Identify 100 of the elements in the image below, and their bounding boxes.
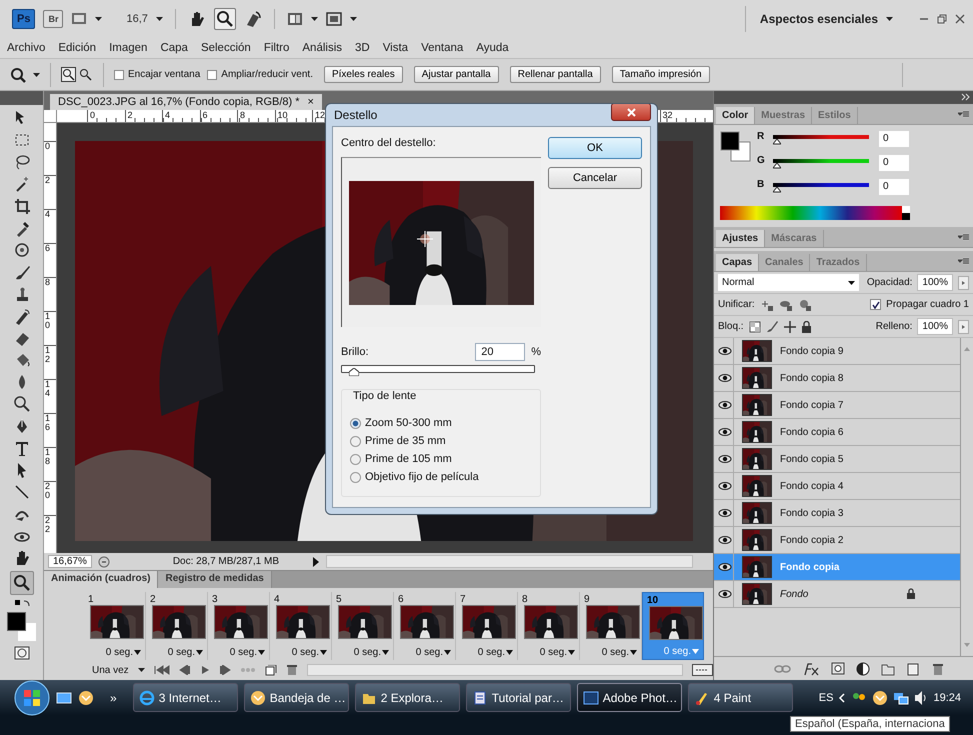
- menu-item[interactable]: Edición: [58, 42, 96, 54]
- play-arrow-icon[interactable]: [312, 556, 320, 568]
- animation-frame[interactable]: 5 0 seg.: [332, 592, 394, 660]
- blend-mode-dropdown[interactable]: Normal: [718, 274, 859, 291]
- arrange-icon[interactable]: [286, 10, 303, 26]
- more-button[interactable]: »: [110, 690, 117, 704]
- layer-row[interactable]: Fondo copia 4: [714, 473, 960, 500]
- zoom-in-icon[interactable]: [61, 67, 76, 82]
- dodge-icon[interactable]: [12, 395, 30, 413]
- document-tab[interactable]: DSC_0023.JPG al 16,7% (Fondo copia, RGB/8) * ×: [50, 94, 322, 110]
- frame-delay[interactable]: 0 seg.: [602, 647, 629, 658]
- checkbox[interactable]: [114, 70, 124, 80]
- arrow-button-icon[interactable]: [958, 320, 969, 334]
- trash-icon[interactable]: [286, 664, 298, 676]
- layer-row[interactable]: Fondo copia 7: [714, 392, 960, 419]
- caret-icon[interactable]: [196, 650, 203, 655]
- lock-brush-icon[interactable]: [766, 320, 779, 333]
- panel-options-icon[interactable]: [692, 664, 713, 676]
- panel-tab[interactable]: Animación (cuadros): [44, 571, 158, 588]
- play-icon[interactable]: [200, 665, 210, 675]
- animation-frame[interactable]: 2 0 seg.: [146, 592, 208, 660]
- eye-icon[interactable]: [718, 562, 732, 572]
- menu-item[interactable]: Capa: [160, 42, 188, 54]
- status-menu-icon[interactable]: [98, 556, 110, 568]
- eye-icon[interactable]: [718, 373, 732, 383]
- caret-icon[interactable]: [886, 16, 893, 20]
- previous-frame-icon[interactable]: [178, 665, 191, 675]
- app-logo[interactable]: Br: [43, 10, 64, 28]
- eye-icon[interactable]: [718, 400, 732, 410]
- volume-icon[interactable]: [914, 690, 928, 706]
- quick-mask-icon[interactable]: [14, 646, 30, 660]
- panel-menu-icon[interactable]: [958, 111, 969, 117]
- frame-delay[interactable]: 0 seg.: [354, 647, 381, 658]
- fill-field[interactable]: 100%: [917, 318, 953, 335]
- menu-item[interactable]: Análisis: [302, 42, 342, 54]
- swap-colors-icon[interactable]: [14, 599, 30, 608]
- loop-dropdown[interactable]: Una vez: [92, 664, 129, 676]
- first-frame-icon[interactable]: [154, 665, 170, 675]
- taskbar-button[interactable]: 4 Paint: [688, 683, 793, 712]
- channel-value-field[interactable]: 0: [879, 131, 909, 147]
- caret-icon[interactable]: [506, 650, 513, 655]
- opacity-field[interactable]: 100%: [917, 274, 953, 291]
- layer-row[interactable]: Fondo copia 3: [714, 500, 960, 527]
- layer-mask-icon[interactable]: [831, 662, 845, 675]
- panel-menu-icon[interactable]: [958, 234, 969, 240]
- frame-delay[interactable]: 0 seg.: [106, 647, 133, 658]
- adjustment-layer-icon[interactable]: [856, 662, 870, 676]
- menu-item[interactable]: Ayuda: [476, 42, 509, 54]
- eye-icon[interactable]: [718, 346, 732, 356]
- eye-icon[interactable]: [718, 427, 732, 437]
- layer-row[interactable]: Fondo copia 8: [714, 365, 960, 392]
- panel-tab[interactable]: Color: [716, 107, 756, 124]
- zoom-icon[interactable]: [12, 573, 32, 593]
- frame-delay[interactable]: 0 seg.: [168, 647, 195, 658]
- frame-delay[interactable]: 0 seg.: [478, 647, 505, 658]
- checkbox[interactable]: [870, 299, 882, 310]
- close-tab-button[interactable]: ×: [308, 96, 314, 108]
- zoom-icon[interactable]: [10, 66, 26, 82]
- menu-item[interactable]: Vista: [382, 42, 408, 54]
- spot-healing-icon[interactable]: [12, 241, 30, 259]
- crop-icon[interactable]: [12, 197, 30, 215]
- duplicate-frame-icon[interactable]: [264, 664, 277, 676]
- channel-value-field[interactable]: 0: [879, 155, 909, 171]
- menu-item[interactable]: Filtro: [264, 42, 290, 54]
- taskbar-button[interactable]: 2 Explora…: [354, 683, 460, 712]
- channel-value-field[interactable]: 0: [879, 179, 909, 195]
- screen-mode-icon[interactable]: [326, 10, 342, 26]
- taskbar-button[interactable]: Bandeja de …: [244, 683, 349, 712]
- frame-delay[interactable]: 0 seg.: [416, 647, 443, 658]
- caret-icon[interactable]: [568, 650, 575, 655]
- taskbar-button[interactable]: Tutorial par…: [466, 683, 571, 712]
- option-button[interactable]: Píxeles reales: [324, 66, 403, 83]
- scrollbar[interactable]: [326, 555, 693, 568]
- eye-icon[interactable]: [718, 481, 732, 491]
- caret-icon[interactable]: [630, 650, 637, 655]
- caret-icon[interactable]: [95, 16, 102, 20]
- caret-icon[interactable]: [350, 16, 357, 20]
- menu-item[interactable]: Archivo: [7, 42, 46, 54]
- panel-menu-icon[interactable]: [958, 258, 969, 264]
- option-button[interactable]: Ajustar pantalla: [414, 66, 499, 83]
- caret-icon[interactable]: [258, 650, 265, 655]
- checkbox[interactable]: [207, 70, 218, 80]
- new-layer-icon[interactable]: [906, 662, 920, 676]
- animation-frame[interactable]: 6 0 seg.: [394, 592, 456, 660]
- language-indicator[interactable]: ES: [818, 692, 834, 704]
- trash-icon[interactable]: [931, 662, 945, 676]
- scrollbar[interactable]: [306, 664, 683, 676]
- restore-icon[interactable]: [937, 14, 947, 24]
- taskbar-button[interactable]: Adobe Phot…: [576, 683, 682, 712]
- workspace-dropdown[interactable]: Aspectos esenciales: [760, 12, 878, 26]
- lock-transparency-icon[interactable]: [748, 320, 761, 332]
- animation-frame[interactable]: 4 0 seg.: [270, 592, 332, 660]
- animation-frame[interactable]: 8 0 seg.: [518, 592, 580, 660]
- menu-item[interactable]: Imagen: [109, 42, 148, 54]
- caret-icon[interactable]: [138, 668, 145, 672]
- taskbar-button[interactable]: 3 Internet…: [132, 683, 238, 712]
- eye-icon[interactable]: [718, 535, 732, 545]
- layer-row[interactable]: Fondo copia 5: [714, 446, 960, 473]
- option-button[interactable]: Tamaño impresión: [612, 66, 710, 83]
- color-swatches-icon[interactable]: [6, 612, 36, 642]
